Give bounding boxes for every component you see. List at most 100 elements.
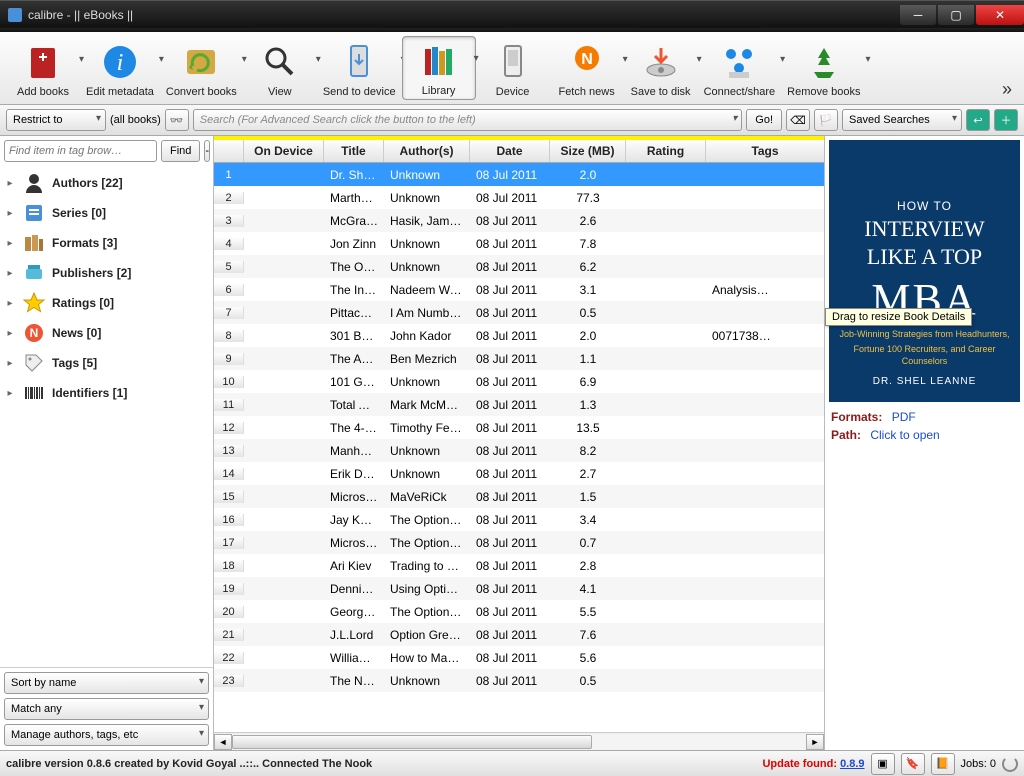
header-title[interactable]: Title — [324, 140, 384, 162]
header-rating[interactable]: Rating — [626, 140, 706, 162]
sort-combo[interactable]: Sort by name — [4, 672, 209, 694]
row-number[interactable]: 5 — [214, 261, 244, 273]
header-rownum[interactable] — [214, 140, 244, 162]
table-row[interactable]: 14Erik Dec…Unknown08 Jul 20112.7 — [214, 462, 824, 485]
table-row[interactable]: 5The Offi…Unknown08 Jul 20116.2 — [214, 255, 824, 278]
table-row[interactable]: 21J.L.LordOption Greek…08 Jul 20117.6 — [214, 623, 824, 646]
expand-icon[interactable]: ▸ — [4, 178, 16, 189]
scroll-thumb[interactable] — [232, 735, 592, 749]
row-number[interactable]: 3 — [214, 215, 244, 227]
row-number[interactable]: 8 — [214, 330, 244, 342]
row-number[interactable]: 22 — [214, 652, 244, 664]
connect-share-button[interactable]: ▾ Connect/share — [698, 38, 782, 100]
expand-icon[interactable]: ▸ — [4, 238, 16, 249]
add-books-button[interactable]: ▾ Add books — [6, 38, 80, 100]
device-button[interactable]: Device — [476, 38, 550, 100]
row-number[interactable]: 21 — [214, 629, 244, 641]
add-saved-search-button[interactable]: ＋ — [994, 109, 1018, 131]
minimize-button[interactable]: ─ — [900, 5, 936, 25]
tag-item-news[interactable]: ▸NNews [0] — [0, 318, 213, 348]
clear-search-button[interactable]: ⌫ — [786, 109, 810, 131]
row-number[interactable]: 9 — [214, 353, 244, 365]
tag-find-button[interactable]: Find — [161, 140, 200, 162]
table-row[interactable]: 23The NE…Unknown08 Jul 20110.5 — [214, 669, 824, 692]
row-number[interactable]: 12 — [214, 422, 244, 434]
scroll-right-button[interactable]: ► — [806, 734, 824, 750]
row-number[interactable]: 15 — [214, 491, 244, 503]
update-link[interactable]: 0.8.9 — [840, 758, 864, 770]
table-row[interactable]: 2Martha …Unknown08 Jul 201177.3 — [214, 186, 824, 209]
table-row[interactable]: 9The Acc…Ben Mezrich08 Jul 20111.1 — [214, 347, 824, 370]
jobs-label[interactable]: Jobs: 0 — [961, 758, 996, 770]
header-date[interactable]: Date — [470, 140, 550, 162]
row-number[interactable]: 1 — [214, 169, 244, 181]
close-button[interactable]: ✕ — [976, 5, 1024, 25]
saved-searches-combo[interactable]: Saved Searches — [842, 109, 962, 131]
table-row[interactable]: 7Pittacus…I Am Numbe…08 Jul 20110.5 — [214, 301, 824, 324]
table-row[interactable]: 13Manhat…Unknown08 Jul 20118.2 — [214, 439, 824, 462]
tag-item-formats[interactable]: ▸Formats [3] — [0, 228, 213, 258]
remove-books-button[interactable]: ▾ Remove books — [781, 38, 866, 100]
table-row[interactable]: 8301 Best…John Kador08 Jul 20112.0007173… — [214, 324, 824, 347]
layout-button-3[interactable]: 📙 — [931, 753, 955, 775]
tag-collapse-button[interactable]: - — [204, 140, 210, 162]
row-number[interactable]: 23 — [214, 675, 244, 687]
fetch-news-button[interactable]: N ▾ Fetch news — [550, 38, 624, 100]
restrict-combo[interactable]: Restrict to — [6, 109, 106, 131]
table-row[interactable]: 1Dr. Shel …Unknown08 Jul 20112.0 — [214, 163, 824, 186]
expand-icon[interactable]: ▸ — [4, 388, 16, 399]
manage-combo[interactable]: Manage authors, tags, etc — [4, 724, 209, 746]
tag-find-input[interactable] — [4, 140, 157, 162]
row-number[interactable]: 14 — [214, 468, 244, 480]
row-number[interactable]: 13 — [214, 445, 244, 457]
table-row[interactable]: 11Total An…Mark McMan…08 Jul 20111.3 — [214, 393, 824, 416]
table-row[interactable]: 16Jay Kae…The Option T…08 Jul 20113.4 — [214, 508, 824, 531]
row-number[interactable]: 19 — [214, 583, 244, 595]
row-number[interactable]: 4 — [214, 238, 244, 250]
expand-icon[interactable]: ▸ — [4, 358, 16, 369]
row-number[interactable]: 2 — [214, 192, 244, 204]
formats-link[interactable]: PDF — [892, 410, 916, 424]
row-number[interactable]: 6 — [214, 284, 244, 296]
row-number[interactable]: 16 — [214, 514, 244, 526]
tag-item-authors[interactable]: ▸Authors [22] — [0, 168, 213, 198]
table-row[interactable]: 18Ari KievTrading to Wi…08 Jul 20112.8 — [214, 554, 824, 577]
save-search-button[interactable]: ↩ — [966, 109, 990, 131]
tag-item-series[interactable]: ▸Series [0] — [0, 198, 213, 228]
expand-icon[interactable]: ▸ — [4, 298, 16, 309]
expand-icon[interactable]: ▸ — [4, 268, 16, 279]
chevron-down-icon[interactable]: ▾ — [865, 54, 870, 65]
advanced-search-button[interactable]: 👓 — [165, 109, 189, 131]
tag-item-tags[interactable]: ▸Tags [5] — [0, 348, 213, 378]
table-row[interactable]: 10101 Gre…Unknown08 Jul 20116.9 — [214, 370, 824, 393]
layout-button-1[interactable]: ▣ — [871, 753, 895, 775]
match-combo[interactable]: Match any — [4, 698, 209, 720]
table-row[interactable]: 20George …The Options …08 Jul 20115.5 — [214, 600, 824, 623]
toolbar-overflow-button[interactable]: » — [996, 79, 1018, 100]
table-row[interactable]: 12The 4-H…Timothy Ferriss08 Jul 201113.5 — [214, 416, 824, 439]
scroll-left-button[interactable]: ◄ — [214, 734, 232, 750]
header-ondevice[interactable]: On Device — [244, 140, 324, 162]
tag-item-identifiers[interactable]: ▸Identifiers [1] — [0, 378, 213, 408]
row-number[interactable]: 10 — [214, 376, 244, 388]
horizontal-scrollbar[interactable]: ◄ ► — [214, 732, 824, 750]
save-to-disk-button[interactable]: ▾ Save to disk — [624, 38, 698, 100]
search-input[interactable]: Search (For Advanced Search click the bu… — [193, 109, 743, 131]
tag-browser-tree[interactable]: ▸Authors [22]▸Series [0]▸Formats [3]▸Pub… — [0, 166, 213, 667]
table-row[interactable]: 3McGraw…Hasik, James …08 Jul 20112.6 — [214, 209, 824, 232]
view-button[interactable]: ▾ View — [243, 38, 317, 100]
table-row[interactable]: 4Jon ZinnUnknown08 Jul 20117.8 — [214, 232, 824, 255]
grid-body[interactable]: 1Dr. Shel …Unknown08 Jul 20112.02Martha … — [214, 163, 824, 732]
header-tags[interactable]: Tags — [706, 140, 824, 162]
row-number[interactable]: 20 — [214, 606, 244, 618]
table-row[interactable]: 6The Infl…Nadeem Wal…08 Jul 20113.1Analy… — [214, 278, 824, 301]
go-button[interactable]: Go! — [746, 109, 782, 131]
highlight-button[interactable]: 🏳️ — [814, 109, 838, 131]
row-number[interactable]: 18 — [214, 560, 244, 572]
tag-item-publishers[interactable]: ▸Publishers [2] — [0, 258, 213, 288]
header-authors[interactable]: Author(s) — [384, 140, 470, 162]
table-row[interactable]: 22William …How to Make…08 Jul 20115.6 — [214, 646, 824, 669]
convert-books-button[interactable]: ▾ Convert books — [160, 38, 243, 100]
expand-icon[interactable]: ▸ — [4, 328, 16, 339]
table-row[interactable]: 19Dennis …Using Option…08 Jul 20114.1 — [214, 577, 824, 600]
